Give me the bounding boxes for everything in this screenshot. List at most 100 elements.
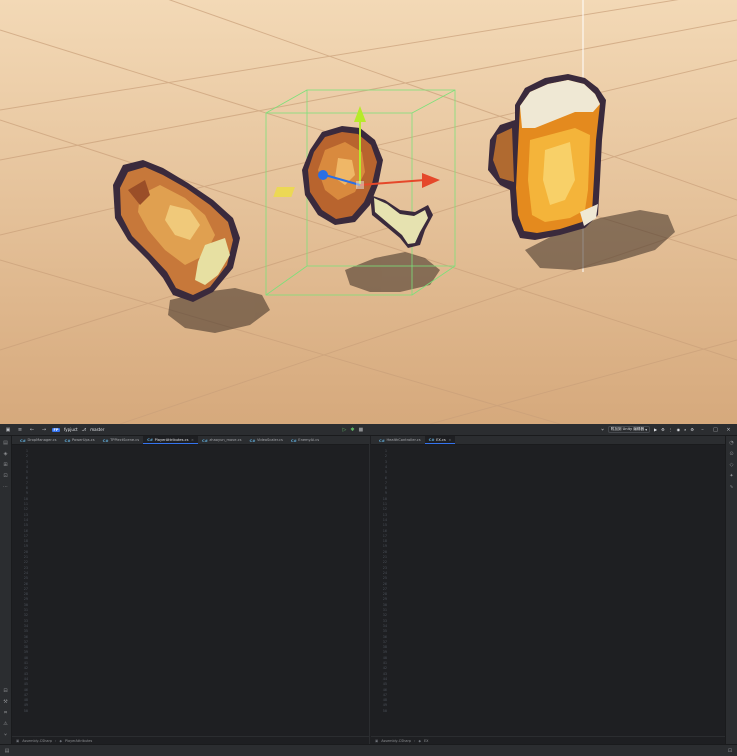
- run-config-icon[interactable]: ▶: [654, 427, 657, 432]
- gizmo-plane-handle[interactable]: [273, 187, 295, 197]
- vcs-icon[interactable]: ⑂: [601, 427, 603, 432]
- unity-attach-selector[interactable]: 附加到 Unity 编辑器 ▾: [607, 426, 650, 433]
- left-strip-bottom: ⊟ ⚒ ⌗ ⚠ ⑂: [3, 688, 9, 744]
- tab-zhaoyun-move[interactable]: C# zhaoyun_move.cs: [198, 436, 246, 444]
- notifications-icon[interactable]: ◔: [729, 440, 735, 446]
- csharp-file-icon: C#: [64, 437, 71, 443]
- csharp-file-icon: C#: [379, 437, 385, 443]
- ide-statusbar: ▤ ⊡: [0, 744, 737, 756]
- status-assembly[interactable]: Assembly-CSharp: [381, 739, 411, 743]
- gizmo-z-handle-icon[interactable]: [318, 170, 328, 180]
- search-icon[interactable]: ⌕: [684, 427, 686, 432]
- tab-healthcontroller[interactable]: C# HealthController.cs: [375, 436, 425, 444]
- forward-arrow-icon[interactable]: →: [40, 426, 48, 434]
- tab-close-icon[interactable]: ×: [448, 438, 451, 442]
- chevron-right-icon: ›: [55, 738, 57, 743]
- tab-enemyai[interactable]: C# EnemyAi.cs: [287, 436, 323, 444]
- tab-dropmanager[interactable]: C# DropManager.cs: [16, 436, 61, 444]
- editor-tabs-left: C# DropManager.cs C# PowerUps.cs C# TPPiect…: [12, 436, 369, 445]
- tab-label: DropManager.cs: [27, 438, 57, 442]
- maximize-icon[interactable]: □: [711, 427, 720, 433]
- tab-label: zhaoyun_move.cs: [209, 438, 242, 442]
- chevron-right-icon: ›: [414, 738, 416, 743]
- run-icon[interactable]: ▷: [342, 427, 346, 433]
- debug-icon[interactable]: ✱: [350, 427, 354, 433]
- editor-pane-right: C# HealthController.cs C# EX.cs × 123456789…: [371, 436, 725, 744]
- tab-label: TPPiectScene.cs: [110, 438, 140, 442]
- line-number: 50: [23, 708, 28, 713]
- project-name[interactable]: fypjuct: [64, 427, 78, 432]
- project-tool-icon[interactable]: ▤: [3, 440, 9, 446]
- csharp-file-icon: C#: [147, 437, 154, 442]
- ai-assistant-icon[interactable]: ✦: [729, 473, 735, 479]
- right-tool-strip: ◔ ⊙ ◇ ✦ ∿: [725, 436, 737, 744]
- minimize-icon[interactable]: –: [698, 427, 707, 433]
- status-layout-icon[interactable]: ▤: [4, 748, 10, 754]
- tab-label: PlayerAttributes.cs: [154, 437, 189, 442]
- more-tools-icon[interactable]: ⋯: [3, 484, 9, 490]
- pane-status-right: ▣ Assembly-CSharp › ◆ EX: [371, 736, 725, 744]
- git-tool-icon[interactable]: ⑂: [3, 732, 9, 738]
- tab-powerups[interactable]: C# PowerUps.cs: [61, 436, 99, 444]
- problems-tool-icon[interactable]: ⚠: [3, 721, 9, 727]
- class-icon: ◆: [418, 738, 421, 743]
- build-tool-icon[interactable]: ⚒: [3, 699, 9, 705]
- tab-close-icon[interactable]: ×: [191, 438, 194, 442]
- pane-status-left: ▣ Assembly-CSharp › ◆ PlayerAttributes: [12, 736, 369, 744]
- hamburger-menu-icon[interactable]: ≡: [16, 426, 24, 434]
- unity-scene-view[interactable]: [0, 0, 737, 424]
- bookmarks-tool-icon[interactable]: ⊡: [3, 473, 9, 479]
- tab-ex[interactable]: C# EX.cs ×: [424, 436, 456, 444]
- terminal-tool-icon[interactable]: ⌗: [3, 710, 9, 716]
- structure-icon[interactable]: ∿: [729, 484, 735, 490]
- csharp-file-icon: C#: [102, 437, 109, 443]
- more-icon[interactable]: ⋮: [669, 427, 673, 432]
- editor-pane-left: C# DropManager.cs C# PowerUps.cs C# TPPiect…: [12, 436, 370, 744]
- services-tool-icon[interactable]: ⊟: [3, 688, 9, 694]
- close-icon[interactable]: ×: [724, 427, 733, 433]
- tab-label: EnemyAi.cs: [298, 438, 320, 442]
- class-icon: ◆: [59, 738, 62, 743]
- explorer-tool-icon[interactable]: ⊞: [3, 462, 9, 468]
- left-tool-strip: ▤ ◈ ⊞ ⊡ ⋯ ⊟ ⚒ ⌗ ⚠ ⑂: [0, 436, 12, 744]
- tab-videoscaler[interactable]: C# VideoScaler.cs: [245, 436, 286, 444]
- line-number-gutter[interactable]: 1 2 3 4 5 6 7 8 9 10 11 12 13 14 15 16 17 18 19 20 21 22 23 24 2…: [12, 446, 36, 744]
- tab-playerattributes[interactable]: C# PlayerAttributes.cs ×: [143, 436, 198, 444]
- status-lock-icon[interactable]: ⊡: [727, 748, 733, 754]
- database-icon[interactable]: ⊙: [729, 451, 735, 457]
- commit-tool-icon[interactable]: ◈: [3, 451, 9, 457]
- status-class[interactable]: EX: [424, 739, 428, 743]
- scene-floor: [0, 0, 737, 424]
- gizmo-center-handle[interactable]: [356, 181, 364, 189]
- csharp-file-icon: C#: [20, 437, 26, 443]
- stop-icon[interactable]: ■: [359, 427, 364, 433]
- account-icon[interactable]: ◉: [677, 427, 681, 432]
- tab-label: VideoScaler.cs: [256, 438, 283, 442]
- csharp-file-icon: C#: [290, 437, 297, 443]
- tab-label: EX.cs: [436, 437, 446, 442]
- status-class[interactable]: PlayerAttributes: [65, 739, 92, 743]
- tab-label: HealthController.cs: [386, 438, 421, 442]
- csharp-file-icon: C#: [201, 437, 208, 443]
- code-area[interactable]: [395, 446, 725, 744]
- status-assembly[interactable]: Assembly-CSharp: [22, 739, 52, 743]
- tab-label: PowerUps.cs: [72, 438, 95, 442]
- project-badge[interactable]: FP: [52, 427, 60, 432]
- csharp-file-icon: C#: [249, 437, 256, 443]
- line-number-gutter[interactable]: 1 2 3 4 5 6 7 8 9 10 11 12 13 14 15 16 17 18 19 20 21 22 23 24 2…: [371, 446, 395, 744]
- csharp-file-icon: C#: [428, 437, 435, 442]
- tab-tppiectscene[interactable]: C# TPPiectScene.cs: [99, 436, 143, 444]
- settings-gear-icon[interactable]: ⚙: [690, 427, 694, 432]
- ide-titlebar: ▣ ≡ ← → FP fypjuct ⎇ master ▷ ✱ ■ ⑂ 附加到 …: [0, 424, 737, 436]
- debug-config-icon[interactable]: ⚙: [661, 427, 665, 432]
- unity-explorer-icon[interactable]: ◇: [729, 462, 735, 468]
- branch-name[interactable]: master: [90, 427, 104, 432]
- code-area[interactable]: [36, 446, 369, 744]
- code-editor-right[interactable]: 1 2 3 4 5 6 7 8 9 10 11 12 13 14 15 16 17 18 19 20 21 22 23 24 2…: [371, 446, 725, 744]
- back-arrow-icon[interactable]: ←: [28, 426, 36, 434]
- ide-window: ▣ ≡ ← → FP fypjuct ⎇ master ▷ ✱ ■ ⑂ 附加到 …: [0, 424, 737, 756]
- code-editor-left[interactable]: 1 2 3 4 5 6 7 8 9 10 11 12 13 14 15 16 17 18 19 20 21 22 23 24 2…: [12, 446, 369, 744]
- scene-canvas[interactable]: [0, 0, 737, 424]
- csharp-project-icon: ▣: [375, 738, 379, 743]
- app-logo-icon[interactable]: ▣: [4, 426, 12, 434]
